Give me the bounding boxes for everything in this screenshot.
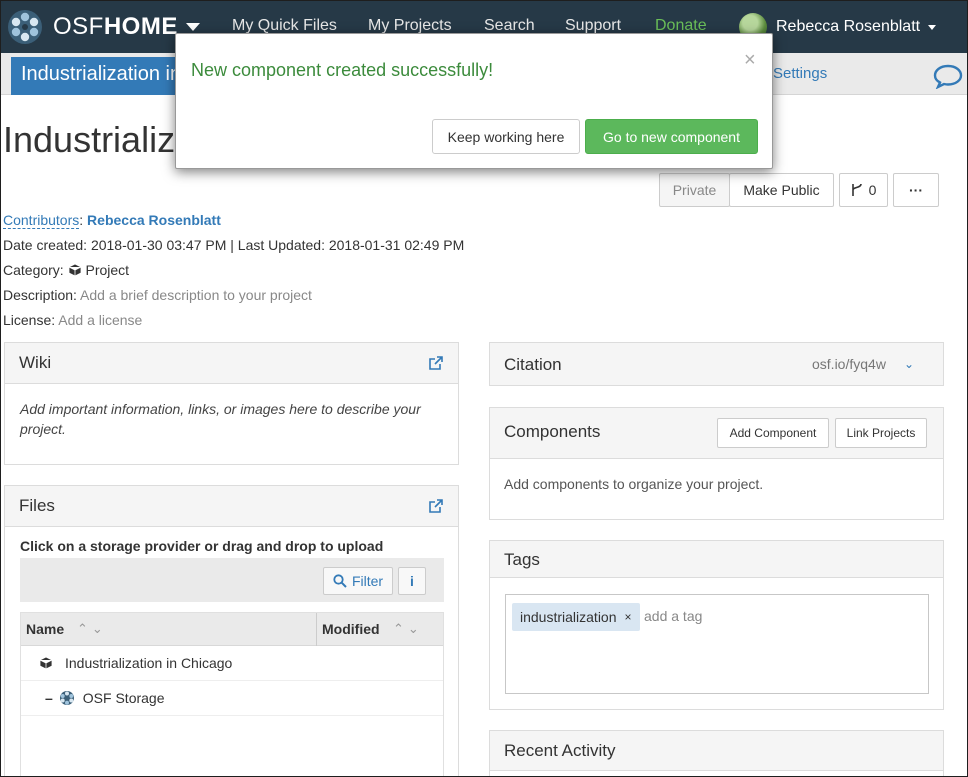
fork-count: 0 — [868, 182, 877, 198]
more-options-button[interactable]: ··· — [893, 173, 939, 207]
tags-panel: Tags industrialization × add a tag — [489, 540, 944, 710]
fork-icon — [851, 183, 862, 196]
brand-osf: OSF — [53, 13, 104, 40]
modal-message: New component created successfully! — [191, 60, 494, 80]
brand-home: HOME — [103, 13, 178, 40]
osf-logo-icon — [8, 10, 42, 44]
recent-activity-panel: Recent Activity — [489, 730, 944, 776]
components-empty-text: Add components to organize your project. — [504, 476, 764, 492]
contributors-line: Contributors: Rebecca Rosenblatt — [3, 212, 221, 229]
files-panel: Files Click on a storage provider or dra… — [4, 485, 459, 776]
browser-page: OSFHOME My Quick Files My Projects Searc… — [0, 0, 968, 777]
column-name[interactable]: Name — [26, 621, 64, 637]
chevron-down-icon[interactable]: ⌄ — [904, 357, 914, 371]
search-icon — [333, 574, 347, 588]
files-toolbar: Filter i — [20, 558, 444, 602]
sort-arrows-icon[interactable]: ⌃⌄ — [393, 621, 423, 637]
user-name: Rebecca Rosenblatt — [776, 18, 921, 35]
collapse-toggle[interactable]: – — [45, 690, 53, 706]
fork-button[interactable]: 0 — [839, 173, 888, 207]
components-title: Components — [504, 422, 601, 441]
category-line: Category: Project — [3, 262, 129, 278]
project-nav-settings[interactable]: Settings — [773, 65, 827, 82]
project-nav-title[interactable]: Industrialization in Chicago — [11, 57, 191, 95]
cube-icon — [68, 263, 81, 277]
tags-input-box[interactable]: industrialization × add a tag — [505, 594, 929, 694]
caret-down-icon — [928, 24, 937, 30]
filter-label: Filter — [351, 573, 384, 589]
description-placeholder[interactable]: Add a brief description to your project — [80, 287, 312, 303]
cube-icon — [39, 656, 53, 670]
citation-panel[interactable]: Citation osf.io/fyq4w ⌄ — [489, 342, 944, 386]
recent-activity-title: Recent Activity — [504, 741, 616, 760]
external-link-icon[interactable] — [429, 499, 443, 513]
filter-button[interactable]: Filter — [323, 567, 393, 595]
table-row[interactable]: Industrialization in Chicago — [21, 646, 443, 681]
osf-home-brand[interactable]: OSFHOME — [7, 9, 200, 45]
go-to-component-button[interactable]: Go to new component — [585, 119, 758, 154]
citation-url: osf.io/fyq4w — [812, 356, 886, 372]
files-table: Name ⌃⌄ Modified ⌃⌄ Industrialization in… — [20, 612, 444, 776]
description-line: Description: Add a brief description to … — [3, 287, 312, 303]
files-title: Files — [19, 496, 55, 515]
sort-arrows-icon[interactable]: ⌃⌄ — [77, 621, 107, 637]
osf-storage-icon — [59, 691, 74, 705]
info-icon: i — [410, 573, 414, 589]
file-row-name: Industrialization in Chicago — [65, 655, 233, 671]
wiki-title: Wiki — [19, 353, 52, 372]
external-link-icon[interactable] — [429, 356, 443, 370]
add-component-button[interactable]: Add Component — [717, 418, 829, 448]
table-row[interactable]: – OSF Storage — [21, 681, 443, 716]
make-public-button[interactable]: Make Public — [729, 173, 834, 207]
add-tag-input[interactable]: add a tag — [644, 608, 702, 624]
description-label: Description: — [3, 287, 77, 303]
files-table-header: Name ⌃⌄ Modified ⌃⌄ — [21, 613, 443, 646]
close-icon[interactable]: × — [744, 50, 756, 70]
tags-title: Tags — [504, 550, 540, 569]
contributor-name[interactable]: Rebecca Rosenblatt — [87, 212, 221, 228]
license-line: License: Add a license — [3, 312, 142, 328]
caret-down-icon — [185, 23, 200, 31]
tag-label: industrialization — [520, 609, 617, 625]
license-placeholder[interactable]: Add a license — [58, 312, 142, 328]
info-button[interactable]: i — [398, 567, 426, 595]
tag-chip: industrialization × — [512, 603, 640, 631]
column-modified[interactable]: Modified — [322, 621, 380, 637]
contributors-label[interactable]: Contributors — [3, 212, 80, 229]
files-upload-hint: Click on a storage provider or drag and … — [20, 538, 384, 554]
dates-line: Date created: 2018-01-30 03:47 PM | Last… — [3, 237, 465, 253]
comment-icon[interactable] — [933, 63, 963, 89]
category-value: Project — [85, 262, 130, 278]
private-button[interactable]: Private — [659, 173, 730, 207]
file-row-name: OSF Storage — [82, 690, 165, 706]
license-label: License: — [3, 312, 56, 328]
components-panel: Components Add Component Link Projects A… — [489, 407, 944, 520]
citation-title: Citation — [504, 355, 562, 374]
success-modal: New component created successfully! × Ke… — [175, 33, 773, 169]
remove-tag-icon[interactable]: × — [625, 610, 632, 624]
wiki-body: Add important information, links, or ima… — [20, 401, 421, 437]
category-label: Category: — [3, 262, 64, 278]
keep-working-button[interactable]: Keep working here — [432, 119, 580, 154]
link-projects-button[interactable]: Link Projects — [835, 418, 927, 448]
wiki-panel: Wiki Add important information, links, o… — [4, 342, 459, 465]
